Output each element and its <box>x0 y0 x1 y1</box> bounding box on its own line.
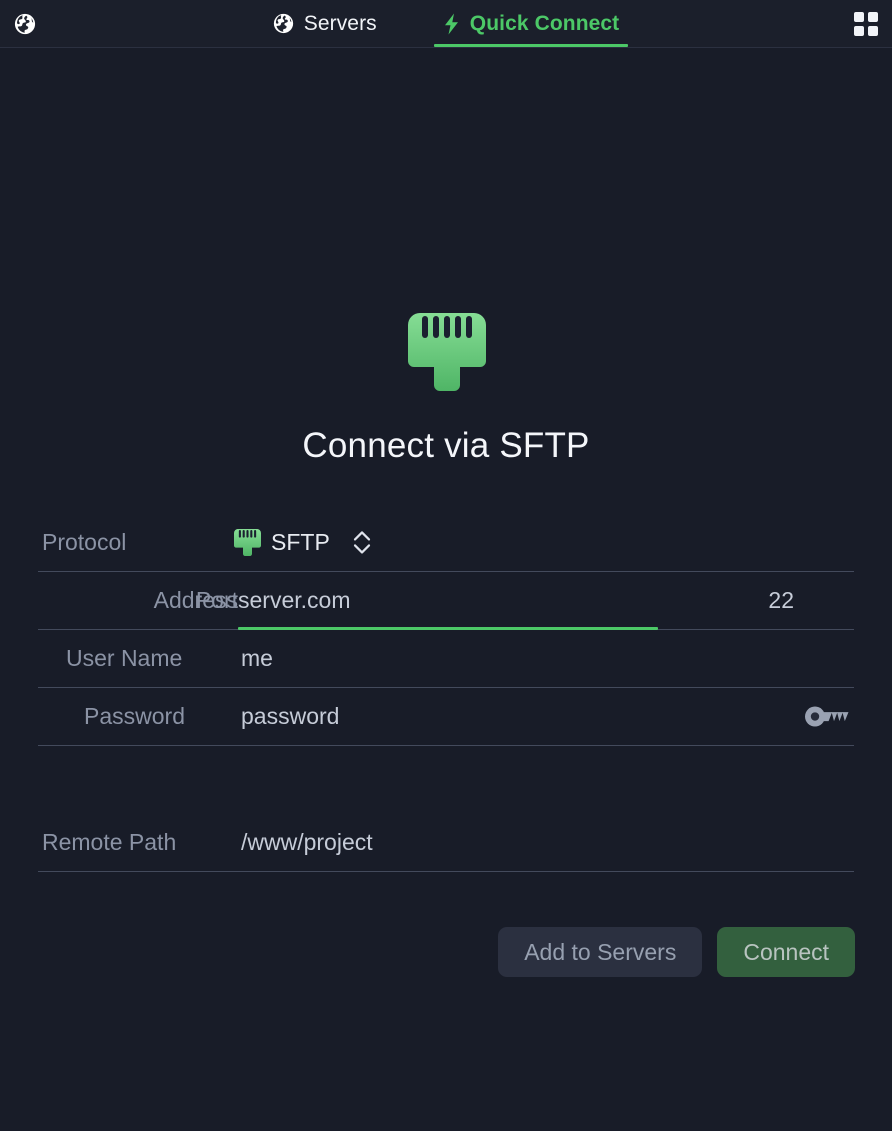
port-input[interactable]: 22 <box>768 587 794 614</box>
form-row-protocol[interactable]: Protocol SFTP <box>38 514 854 572</box>
address-value: server.com <box>238 586 351 613</box>
connect-button[interactable]: Connect <box>717 927 855 977</box>
remote-path-input[interactable]: /www/project <box>241 829 373 856</box>
top-bar: Servers Quick Connect <box>0 0 892 48</box>
form-row-remote-path: Remote Path /www/project <box>38 814 854 872</box>
protocol-label: Protocol <box>42 528 127 555</box>
password-input[interactable]: password <box>241 703 339 730</box>
globe-icon <box>273 13 293 34</box>
form-spacer <box>38 746 854 814</box>
address-input[interactable]: server.com <box>238 572 658 630</box>
main-content: Connect via SFTP Protocol SFTP Address s… <box>0 48 892 1131</box>
key-icon[interactable] <box>804 705 852 729</box>
form-row-address: Address server.com Port 22 <box>38 572 854 630</box>
form-row-username: User Name me <box>38 630 854 688</box>
port-label: Port <box>195 586 238 613</box>
grid-menu-button[interactable] <box>854 0 878 47</box>
ethernet-port-icon <box>408 313 486 391</box>
username-input[interactable]: me <box>241 645 273 672</box>
remote-path-label: Remote Path <box>42 828 177 855</box>
page-title: Connect via SFTP <box>302 426 590 465</box>
tab-quick-connect-label: Quick Connect <box>469 11 620 35</box>
ethernet-port-icon <box>234 528 261 556</box>
password-label: Password <box>84 702 185 729</box>
tab-bar: Servers Quick Connect <box>0 0 892 47</box>
protocol-value: SFTP <box>271 528 330 555</box>
chevron-up-down-icon[interactable] <box>351 528 373 556</box>
tab-servers-label: Servers <box>303 11 377 35</box>
form-row-password: Password password <box>38 688 854 746</box>
tab-quick-connect[interactable]: Quick Connect <box>433 0 628 47</box>
grid-icon <box>854 11 878 36</box>
lightning-bolt-icon <box>444 13 458 34</box>
add-to-servers-button[interactable]: Add to Servers <box>498 927 703 977</box>
divider <box>38 745 854 746</box>
connection-form: Protocol SFTP Address server.com Port 22… <box>38 514 854 872</box>
divider <box>38 871 854 872</box>
form-actions: Add to Servers Connect <box>38 927 855 977</box>
username-label: User Name <box>66 644 183 671</box>
tab-servers[interactable]: Servers <box>267 0 383 47</box>
